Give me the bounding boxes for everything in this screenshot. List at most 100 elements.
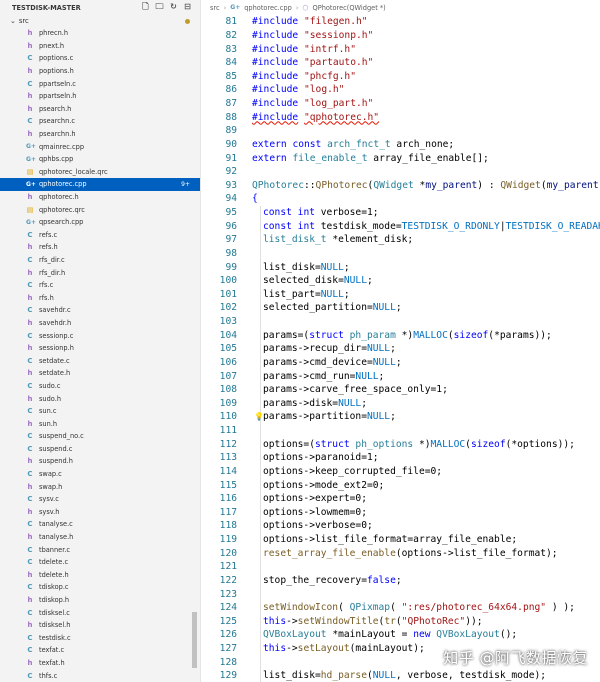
lightbulb-icon[interactable]: 💡	[254, 412, 264, 421]
file-item[interactable]: h sun.h	[0, 417, 200, 430]
code-editor[interactable]: src › G+ qphotorec.cpp › ⬡ QPhotorec(QWi…	[202, 0, 600, 682]
code-line[interactable]: 113 options->paranoid=1;	[202, 451, 600, 465]
file-item[interactable]: h ppartseln.h	[0, 90, 200, 103]
file-item[interactable]: h suspend.h	[0, 455, 200, 468]
folder-src[interactable]: ⌄ src	[0, 15, 200, 28]
code-line[interactable]: 116 options->expert=0;	[202, 491, 600, 506]
file-item[interactable]: h tdiskop.h	[0, 594, 200, 607]
code-line[interactable]: 83 #include "intrf.h"	[202, 42, 600, 56]
code-line[interactable]: 120 reset_array_file_enable(options->list…	[202, 546, 600, 560]
code-line[interactable]: 90 extern const arch_fnct_t arch_none;	[202, 138, 600, 152]
code-line[interactable]: 108 params->carve_free_space_only=1;	[202, 382, 600, 397]
code-line[interactable]: 110 💡 params->partition=NULL;	[202, 410, 600, 424]
file-item[interactable]: h phrecn.h	[0, 27, 200, 40]
file-item[interactable]: h refs.h	[0, 241, 200, 254]
code-line[interactable]: 89	[202, 124, 600, 138]
file-item[interactable]: Ctestdisk.c	[0, 632, 200, 645]
code-line[interactable]: 106 params->cmd_device=NULL;	[202, 355, 600, 370]
file-item[interactable]: Csun.c	[0, 405, 200, 418]
code-line[interactable]: 107 params->cmd_run=NULL;	[202, 369, 600, 383]
file-item[interactable]: Ctdelete.c	[0, 556, 200, 569]
file-item[interactable]: Ctdisksel.c	[0, 606, 200, 619]
file-item[interactable]: Cpsearchn.c	[0, 115, 200, 128]
file-item[interactable]: G+ qmainrec.cpp	[0, 140, 200, 153]
file-item[interactable]: Ctanalyse.c	[0, 518, 200, 531]
file-item[interactable]: Cswap.c	[0, 468, 200, 481]
file-item[interactable]: Ctexfat.c	[0, 644, 200, 657]
file-item[interactable]: h tanalyse.h	[0, 531, 200, 544]
code-line[interactable]: 94 {	[202, 192, 600, 206]
file-item[interactable]: ▤ qphotorec.qrc	[0, 203, 200, 216]
refresh-icon[interactable]: ↻	[169, 2, 178, 11]
code-line[interactable]: 109 params->disk=NULL;	[202, 396, 600, 411]
code-line[interactable]: 84 #include "partauto.h"	[202, 56, 600, 70]
code-line[interactable]: 95 const int verbose=1;	[202, 205, 600, 220]
file-item[interactable]: h pnext.h	[0, 40, 200, 53]
code-line[interactable]: 123	[202, 587, 600, 601]
code-line[interactable]: 121	[202, 560, 600, 574]
file-item[interactable]: h texfat.h	[0, 657, 200, 670]
code-line[interactable]: 118 options->verbose=0;	[202, 519, 600, 533]
code-lines[interactable]: 81 #include "filegen.h" 82 #include "sessio…	[202, 15, 600, 682]
code-line[interactable]: 114 options->keep_corrupted_file=0;	[202, 464, 600, 479]
code-line[interactable]: 112 options=(struct ph_options *)MALLOC(s…	[202, 437, 600, 451]
file-item[interactable]: h poptions.h	[0, 65, 200, 78]
file-item[interactable]: Crfs.c	[0, 279, 200, 292]
code-line[interactable]: 101 list_part=NULL;	[202, 287, 600, 302]
code-line[interactable]: 96 const int testdisk_mode=TESTDISK_O_RDO…	[202, 219, 600, 233]
file-item[interactable]: Csuspend.c	[0, 443, 200, 456]
new-file-icon[interactable]: 🗋	[141, 2, 150, 11]
code-line[interactable]: 119 options->list_file_format=array_file_…	[202, 532, 600, 547]
file-item[interactable]: h psearchn.h	[0, 128, 200, 141]
file-item[interactable]: h rfs_dir.h	[0, 266, 200, 279]
code-line[interactable]: 92	[202, 165, 600, 179]
file-item[interactable]: Ctbanner.c	[0, 543, 200, 556]
code-line[interactable]: 81 #include "filegen.h"	[202, 15, 600, 29]
code-line[interactable]: 88 #include "qphotorec.h"	[202, 110, 600, 124]
file-item[interactable]: Csetdate.c	[0, 354, 200, 367]
file-item[interactable]: ▤ qphotorec_locale.qrc	[0, 166, 200, 179]
file-item[interactable]: h swap.h	[0, 480, 200, 493]
file-item[interactable]: h sudo.h	[0, 392, 200, 405]
code-line[interactable]: 82 #include "sessionp.h"	[202, 29, 600, 43]
code-line[interactable]: 93 QPhotorec::QPhotorec(QWidget *my_paren…	[202, 179, 600, 193]
file-item[interactable]: Cppartseln.c	[0, 77, 200, 90]
code-line[interactable]: 104 params=(struct ph_param *)MALLOC(size…	[202, 328, 600, 342]
collapse-all-icon[interactable]: ⊟	[183, 2, 192, 11]
file-item[interactable]: Cthfs.c	[0, 669, 200, 682]
file-item[interactable]: Csessionp.c	[0, 329, 200, 342]
file-item[interactable]: Csudo.c	[0, 380, 200, 393]
code-line[interactable]: 117 options->lowmem=0;	[202, 505, 600, 520]
file-item[interactable]: h sysv.h	[0, 506, 200, 519]
file-item[interactable]: Cpoptions.c	[0, 52, 200, 65]
sidebar-scrollbar[interactable]	[192, 612, 197, 668]
breadcrumb-folder[interactable]: src	[210, 4, 220, 12]
code-line[interactable]: 103	[202, 314, 600, 329]
code-line[interactable]: 99 list_disk=NULL;	[202, 260, 600, 274]
code-line[interactable]: 111	[202, 423, 600, 438]
file-item[interactable]: G+ qphbs.cpp	[0, 153, 200, 166]
file-item[interactable]: G+ qpsearch.cpp	[0, 216, 200, 229]
code-line[interactable]: 98	[202, 246, 600, 261]
breadcrumb-file[interactable]: qphotorec.cpp	[244, 4, 292, 12]
code-line[interactable]: 100 selected_disk=NULL;	[202, 273, 600, 288]
code-line[interactable]: 126 QVBoxLayout *mainLayout = new QVBoxLa…	[202, 628, 600, 642]
file-item[interactable]: h savehdr.h	[0, 317, 200, 330]
file-item[interactable]: h tdelete.h	[0, 569, 200, 582]
breadcrumb-symbol[interactable]: QPhotorec(QWidget *)	[313, 4, 386, 12]
code-line[interactable]: 85 #include "phcfg.h"	[202, 70, 600, 84]
file-item[interactable]: h setdate.h	[0, 367, 200, 380]
file-item[interactable]: Csysv.c	[0, 493, 200, 506]
code-line[interactable]: 86 #include "log.h"	[202, 83, 600, 97]
code-line[interactable]: 105 params->recup_dir=NULL;	[202, 342, 600, 356]
code-line[interactable]: 97 list_disk_t *element_disk;	[202, 233, 600, 247]
file-item[interactable]: h sessionp.h	[0, 342, 200, 355]
file-item[interactable]: Crfs_dir.c	[0, 254, 200, 267]
file-item[interactable]: h rfs.h	[0, 291, 200, 304]
file-item[interactable]: Crefs.c	[0, 229, 200, 242]
file-item[interactable]: h qphotorec.h	[0, 191, 200, 204]
code-line[interactable]: 91 extern file_enable_t array_file_enable…	[202, 151, 600, 165]
code-line[interactable]: 87 #include "log_part.h"	[202, 97, 600, 111]
code-line[interactable]: 125 this->setWindowTitle(tr("QPhotoRec"))…	[202, 614, 600, 629]
file-item[interactable]: Csuspend_no.c	[0, 430, 200, 443]
